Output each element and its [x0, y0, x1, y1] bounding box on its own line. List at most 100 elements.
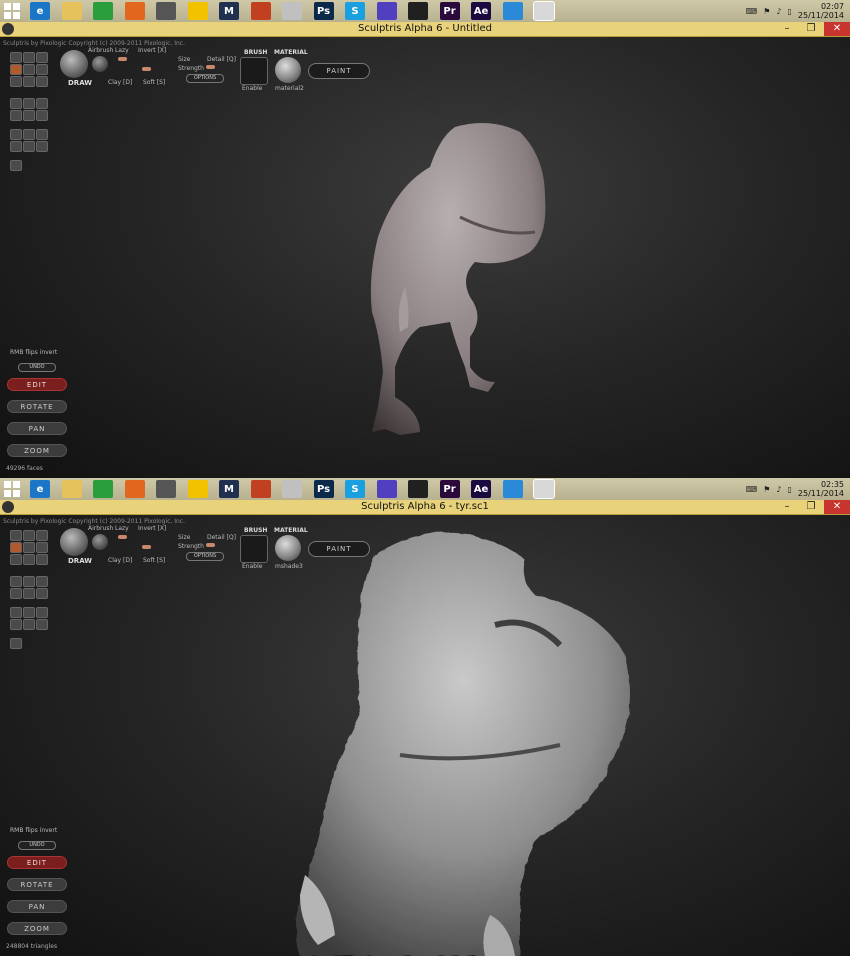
volume-icon[interactable]: ♪: [776, 7, 781, 16]
tool-flatten[interactable]: [23, 52, 35, 63]
edit-button[interactable]: EDIT: [7, 856, 67, 869]
keyboard-icon[interactable]: ⌨: [746, 485, 758, 494]
tool-mask[interactable]: [23, 576, 35, 587]
model-render[interactable]: [0, 515, 850, 956]
taskbar-clock[interactable]: 02:07 25/11/2014: [798, 2, 844, 20]
tool-settings[interactable]: [36, 619, 48, 630]
material-preview[interactable]: [275, 535, 301, 561]
airbrush-toggle[interactable]: Airbrush: [88, 525, 113, 532]
tool-icon[interactable]: [156, 480, 176, 498]
after-effects-icon[interactable]: Ae: [471, 480, 491, 498]
firefox-icon[interactable]: [124, 2, 145, 20]
pencil-icon[interactable]: [250, 480, 271, 498]
close-button[interactable]: ✕: [824, 22, 850, 36]
tool-pinch[interactable]: [10, 542, 22, 553]
pan-button[interactable]: PAN: [7, 900, 67, 913]
airbrush-toggle[interactable]: Airbrush: [88, 47, 113, 54]
strength-slider[interactable]: [142, 545, 151, 549]
firefox-icon[interactable]: [124, 480, 145, 498]
clay-toggle[interactable]: Clay [D]: [108, 79, 132, 86]
rotate-button[interactable]: ROTATE: [7, 878, 67, 891]
edit-button[interactable]: EDIT: [7, 378, 67, 391]
tool-import[interactable]: [10, 619, 22, 630]
desktop-app-icon[interactable]: [502, 2, 523, 20]
tool-mask[interactable]: [23, 98, 35, 109]
tool-import[interactable]: [10, 141, 22, 152]
strength-slider[interactable]: [142, 67, 151, 71]
settings-app-icon[interactable]: [376, 2, 397, 20]
volume-icon[interactable]: ♪: [776, 485, 781, 494]
lazy-toggle[interactable]: Lazy: [115, 47, 129, 54]
folder-app-icon[interactable]: [187, 2, 208, 20]
detail-label[interactable]: Detail [Q]: [207, 56, 236, 63]
undo-button[interactable]: UNDO: [18, 841, 56, 850]
m-app-icon[interactable]: M: [219, 2, 239, 20]
tool-quit[interactable]: [10, 638, 22, 649]
lazy-toggle[interactable]: Lazy: [115, 525, 129, 532]
enable-checkbox[interactable]: Enable: [242, 563, 262, 570]
tool-settings[interactable]: [36, 141, 48, 152]
after-effects-icon[interactable]: Ae: [471, 2, 491, 20]
tool-draw[interactable]: [10, 52, 22, 63]
store-icon[interactable]: [93, 2, 113, 20]
premiere-icon[interactable]: Pr: [439, 2, 460, 20]
tool-wire[interactable]: [10, 110, 22, 121]
tool-save[interactable]: [36, 129, 48, 140]
tool-new[interactable]: [10, 607, 22, 618]
brush-texture-box[interactable]: [240, 535, 268, 563]
notification-flag-icon[interactable]: ⚑: [763, 485, 770, 494]
invert-toggle[interactable]: Invert [X]: [138, 525, 166, 532]
tool-flatten[interactable]: [23, 530, 35, 541]
keyboard-icon[interactable]: ⌨: [746, 7, 758, 16]
sculptris-icon[interactable]: [533, 479, 555, 499]
tool-reduce[interactable]: [10, 576, 22, 587]
tool-redo[interactable]: [36, 110, 48, 121]
tool-draw[interactable]: [10, 530, 22, 541]
tool-undo[interactable]: [23, 110, 35, 121]
windows-start-icon[interactable]: [4, 3, 20, 19]
tool-save[interactable]: [36, 607, 48, 618]
invert-toggle[interactable]: Invert [X]: [138, 47, 166, 54]
tool-undo[interactable]: [23, 588, 35, 599]
tool-scale[interactable]: [36, 76, 48, 87]
internet-explorer-icon[interactable]: e: [30, 480, 50, 498]
brush-preview[interactable]: [60, 528, 88, 556]
brush-texture-box[interactable]: [240, 57, 268, 85]
photoshop-icon[interactable]: Ps: [313, 2, 334, 20]
material-preview[interactable]: [275, 57, 301, 83]
tool-open[interactable]: [23, 607, 35, 618]
battery-icon[interactable]: ▯: [787, 7, 791, 16]
tool-redo[interactable]: [36, 588, 48, 599]
alpha-preview[interactable]: [92, 56, 108, 72]
pencil-icon[interactable]: [250, 2, 271, 20]
battery-icon[interactable]: ▯: [787, 485, 791, 494]
paint-app-icon[interactable]: [282, 480, 302, 498]
soft-toggle[interactable]: Soft [S]: [143, 557, 165, 564]
skype-icon[interactable]: S: [345, 2, 365, 20]
pan-button[interactable]: PAN: [7, 422, 67, 435]
tool-reduce[interactable]: [10, 98, 22, 109]
detail-label[interactable]: Detail [Q]: [207, 534, 236, 541]
tool-smooth[interactable]: [10, 554, 22, 565]
lazy-slider[interactable]: [118, 535, 127, 539]
undo-button[interactable]: UNDO: [18, 363, 56, 372]
rotate-button[interactable]: ROTATE: [7, 400, 67, 413]
sculpt-viewport[interactable]: Sculptris by Pixologic Copyright (c) 200…: [0, 37, 850, 478]
tool-export[interactable]: [23, 141, 35, 152]
tool-open[interactable]: [23, 129, 35, 140]
skype-icon[interactable]: S: [345, 480, 365, 498]
desktop-app-icon[interactable]: [502, 480, 523, 498]
tool-symmetry[interactable]: [36, 576, 48, 587]
tool-rotate[interactable]: [23, 76, 35, 87]
settings-app-icon[interactable]: [376, 480, 397, 498]
minimize-button[interactable]: –: [776, 500, 798, 514]
zoom-button[interactable]: ZOOM: [7, 922, 67, 935]
camera-app-icon[interactable]: [408, 2, 428, 20]
file-explorer-icon[interactable]: [61, 2, 82, 20]
sculptris-icon[interactable]: [533, 1, 555, 21]
store-icon[interactable]: [93, 480, 113, 498]
tool-icon[interactable]: [156, 2, 176, 20]
tool-wire[interactable]: [10, 588, 22, 599]
tool-scale[interactable]: [36, 554, 48, 565]
paint-button[interactable]: PAINT: [308, 63, 370, 79]
